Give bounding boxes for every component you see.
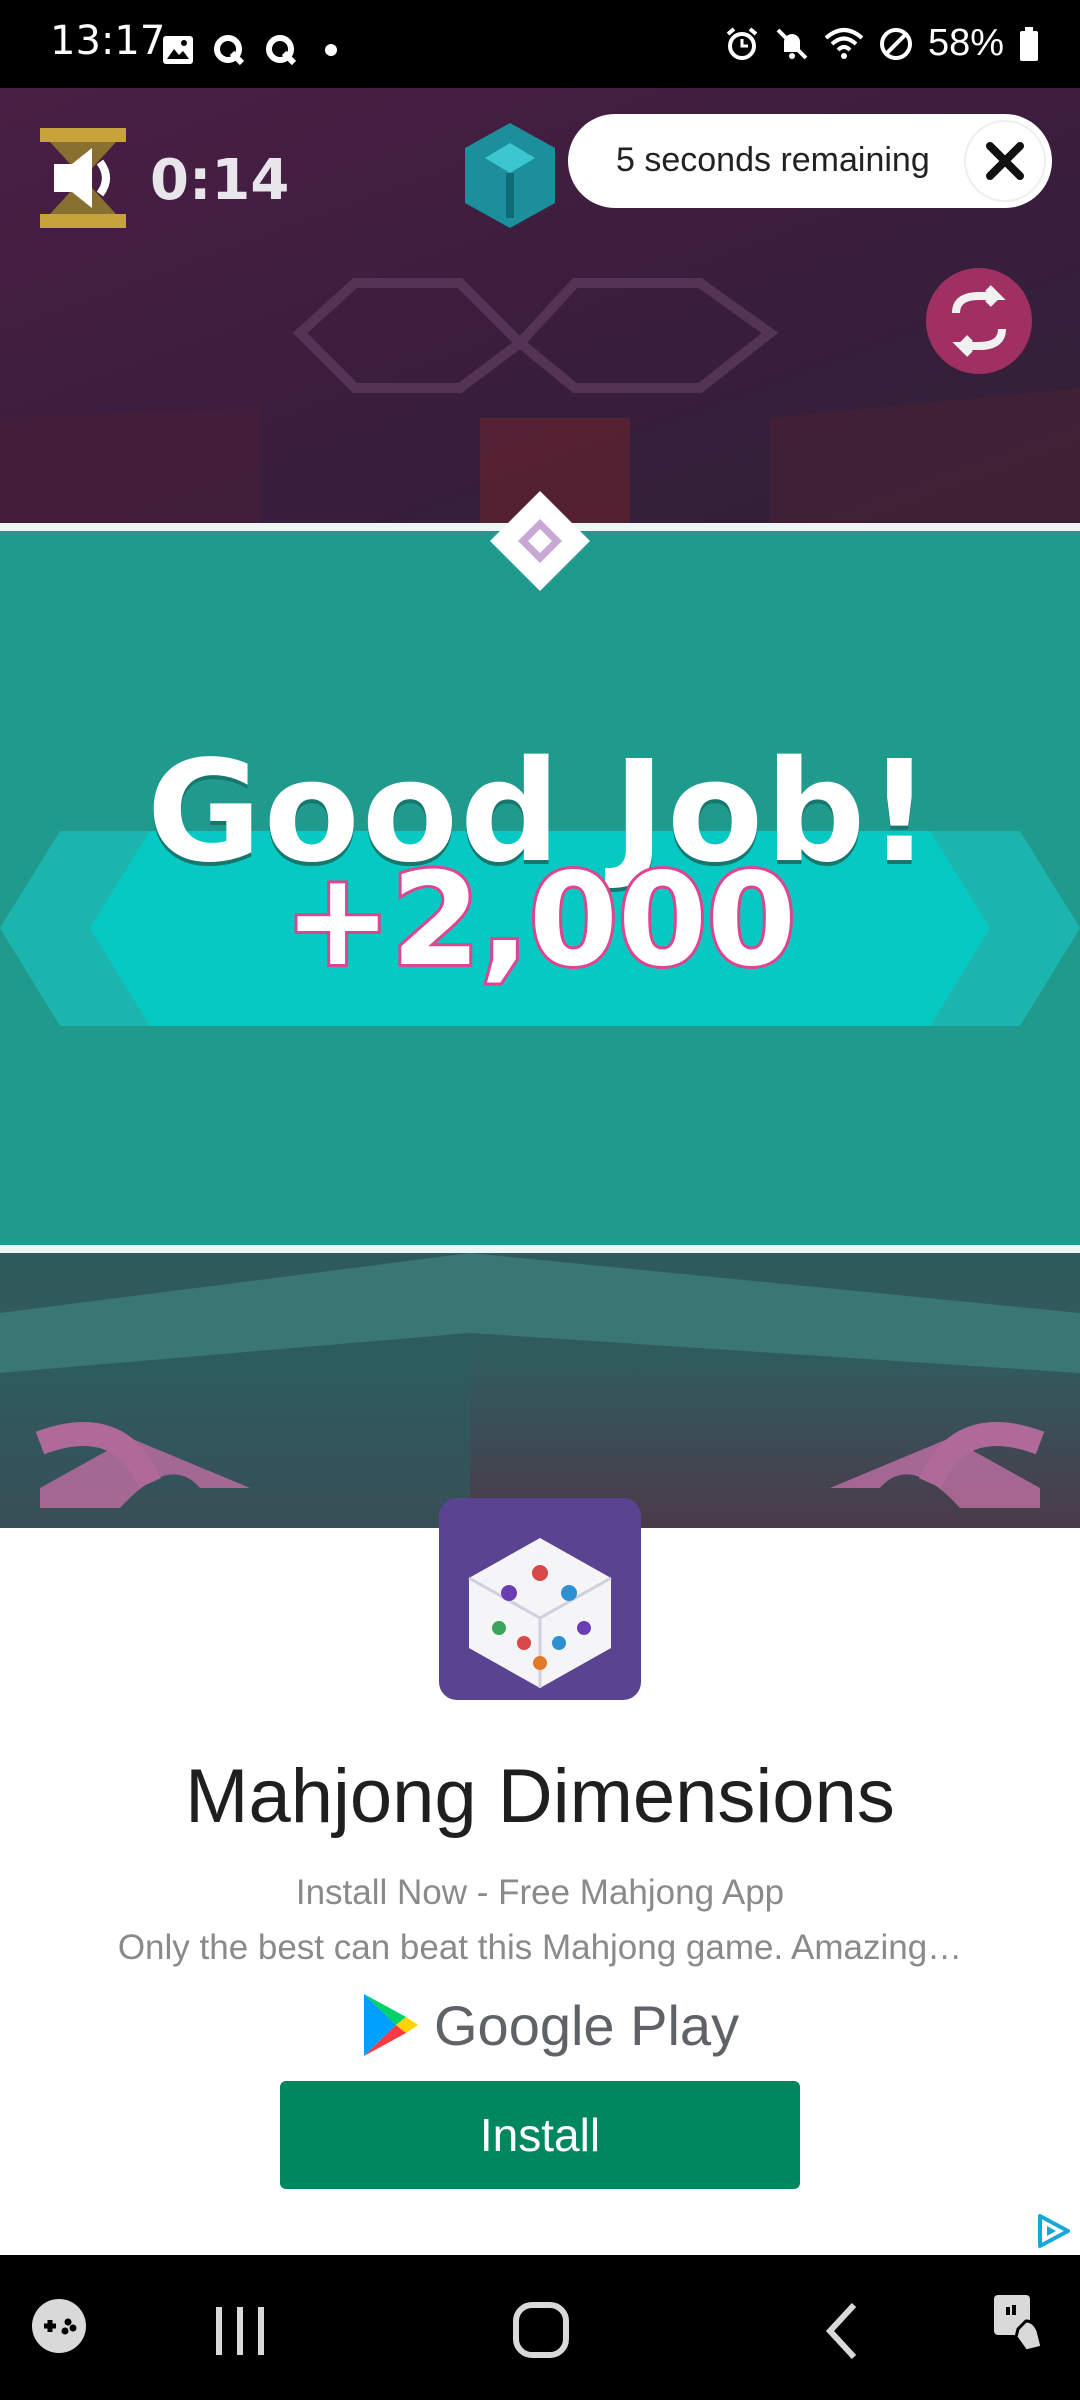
close-ad-button[interactable] xyxy=(964,120,1046,202)
alarm-icon xyxy=(724,26,760,62)
app-icon[interactable] xyxy=(439,1498,641,1700)
notification-icons xyxy=(162,30,346,70)
score-value: +2,000 xyxy=(281,843,799,998)
countdown-text: 5 seconds remaining xyxy=(616,141,930,179)
back-icon xyxy=(825,2302,857,2360)
system-icons: 58% xyxy=(724,22,1040,65)
close-icon xyxy=(986,142,1024,180)
game-scene-bottom xyxy=(0,1253,1080,1528)
navigation-bar xyxy=(0,2255,1080,2400)
mute-icon xyxy=(774,26,810,62)
app-subtitle: Install Now - Free Mahjong App xyxy=(295,1873,785,1912)
store-name: Google Play xyxy=(434,1993,740,2057)
dot-icon xyxy=(316,35,346,65)
q-icon xyxy=(212,33,246,67)
score-banner: Good Job! +2,000 xyxy=(0,491,1080,1253)
dnd-icon xyxy=(878,26,914,62)
app-title[interactable]: Mahjong Dimensions xyxy=(0,1753,1080,1840)
status-time: 13:17 xyxy=(50,18,166,64)
recents-icon xyxy=(216,2307,264,2355)
status-bar: 13:17 58% xyxy=(0,0,1080,88)
battery-icon xyxy=(1018,26,1040,62)
game-video[interactable]: 0:14 Good Job! +2,000 5 seconds remainin… xyxy=(0,88,1080,1528)
install-button[interactable]: Install xyxy=(280,2081,800,2189)
google-play-icon xyxy=(364,1994,418,2056)
mute-button[interactable] xyxy=(40,128,126,228)
ad-card: Mahjong Dimensions Install Now - Free Ma… xyxy=(0,1498,1080,2255)
game-timer: 0:14 xyxy=(150,148,290,213)
q-icon xyxy=(264,33,298,67)
cube-logo-icon xyxy=(460,118,560,243)
replay-button[interactable] xyxy=(926,268,1032,374)
app-description: Only the best can beat this Mahjong game… xyxy=(117,1928,963,1967)
accessibility-icon[interactable] xyxy=(990,2291,1050,2362)
image-icon xyxy=(162,35,194,65)
adchoices-icon[interactable] xyxy=(1034,2212,1072,2250)
home-icon xyxy=(513,2302,569,2358)
back-button[interactable] xyxy=(822,2301,862,2366)
battery-percent: 58% xyxy=(927,22,1004,64)
game-launcher-icon[interactable] xyxy=(30,2297,88,2360)
diamond-icon xyxy=(480,481,600,606)
wifi-icon xyxy=(824,26,864,62)
recents-button[interactable] xyxy=(212,2305,268,2362)
home-button[interactable] xyxy=(512,2301,570,2364)
countdown-pill: 5 seconds remaining xyxy=(568,114,1052,208)
google-play-badge: Google Play xyxy=(360,1990,739,2060)
